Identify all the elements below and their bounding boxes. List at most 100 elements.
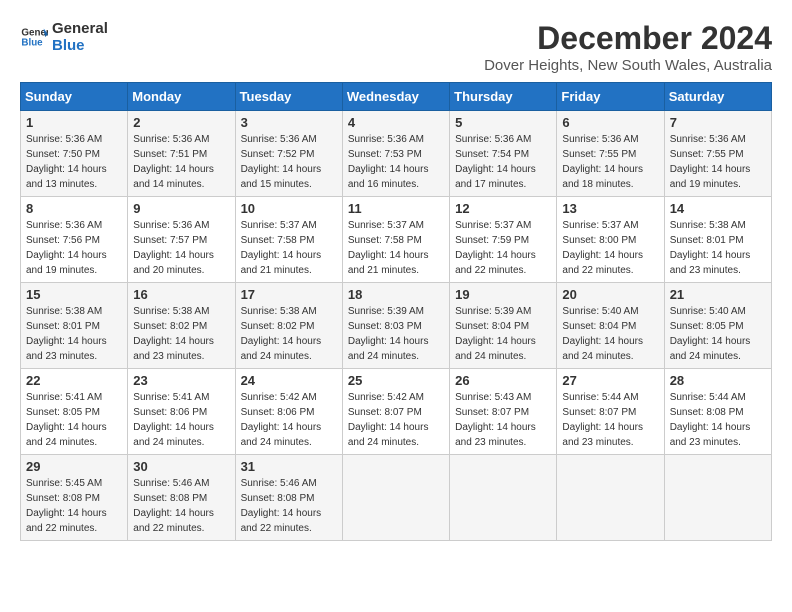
day-number: 7 xyxy=(670,115,766,130)
day-info: Sunrise: 5:43 AMSunset: 8:07 PMDaylight:… xyxy=(455,392,536,448)
calendar-cell: 7 Sunrise: 5:36 AMSunset: 7:55 PMDayligh… xyxy=(664,111,771,197)
calendar-cell: 8 Sunrise: 5:36 AMSunset: 7:56 PMDayligh… xyxy=(21,197,128,283)
day-number: 25 xyxy=(348,373,444,388)
day-info: Sunrise: 5:36 AMSunset: 7:52 PMDaylight:… xyxy=(241,134,322,190)
calendar-cell: 20 Sunrise: 5:40 AMSunset: 8:04 PMDaylig… xyxy=(557,283,664,369)
day-info: Sunrise: 5:46 AMSunset: 8:08 PMDaylight:… xyxy=(241,478,322,534)
day-number: 6 xyxy=(562,115,658,130)
day-info: Sunrise: 5:37 AMSunset: 8:00 PMDaylight:… xyxy=(562,220,643,276)
day-info: Sunrise: 5:44 AMSunset: 8:08 PMDaylight:… xyxy=(670,392,751,448)
day-number: 3 xyxy=(241,115,337,130)
day-info: Sunrise: 5:41 AMSunset: 8:05 PMDaylight:… xyxy=(26,392,107,448)
day-info: Sunrise: 5:42 AMSunset: 8:06 PMDaylight:… xyxy=(241,392,322,448)
days-header-row: SundayMondayTuesdayWednesdayThursdayFrid… xyxy=(21,83,772,111)
day-number: 18 xyxy=(348,287,444,302)
week-row-3: 15 Sunrise: 5:38 AMSunset: 8:01 PMDaylig… xyxy=(21,283,772,369)
calendar-subtitle: Dover Heights, New South Wales, Australi… xyxy=(484,57,772,74)
day-info: Sunrise: 5:36 AMSunset: 7:56 PMDaylight:… xyxy=(26,220,107,276)
calendar-cell: 9 Sunrise: 5:36 AMSunset: 7:57 PMDayligh… xyxy=(128,197,235,283)
day-info: Sunrise: 5:40 AMSunset: 8:04 PMDaylight:… xyxy=(562,306,643,362)
logo-general: General xyxy=(52,20,108,37)
calendar-cell: 27 Sunrise: 5:44 AMSunset: 8:07 PMDaylig… xyxy=(557,369,664,455)
day-info: Sunrise: 5:46 AMSunset: 8:08 PMDaylight:… xyxy=(133,478,214,534)
calendar-cell: 16 Sunrise: 5:38 AMSunset: 8:02 PMDaylig… xyxy=(128,283,235,369)
day-number: 19 xyxy=(455,287,551,302)
calendar-cell xyxy=(342,455,449,541)
day-info: Sunrise: 5:36 AMSunset: 7:51 PMDaylight:… xyxy=(133,134,214,190)
logo-blue: Blue xyxy=(52,37,108,54)
day-info: Sunrise: 5:37 AMSunset: 7:59 PMDaylight:… xyxy=(455,220,536,276)
day-number: 4 xyxy=(348,115,444,130)
calendar-cell xyxy=(450,455,557,541)
day-info: Sunrise: 5:45 AMSunset: 8:08 PMDaylight:… xyxy=(26,478,107,534)
day-info: Sunrise: 5:39 AMSunset: 8:04 PMDaylight:… xyxy=(455,306,536,362)
day-info: Sunrise: 5:36 AMSunset: 7:54 PMDaylight:… xyxy=(455,134,536,190)
day-info: Sunrise: 5:36 AMSunset: 7:55 PMDaylight:… xyxy=(670,134,751,190)
day-number: 2 xyxy=(133,115,229,130)
week-row-4: 22 Sunrise: 5:41 AMSunset: 8:05 PMDaylig… xyxy=(21,369,772,455)
day-number: 23 xyxy=(133,373,229,388)
day-number: 30 xyxy=(133,459,229,474)
calendar-cell: 18 Sunrise: 5:39 AMSunset: 8:03 PMDaylig… xyxy=(342,283,449,369)
day-number: 22 xyxy=(26,373,122,388)
day-number: 17 xyxy=(241,287,337,302)
day-header-friday: Friday xyxy=(557,83,664,111)
header: General Blue General Blue December 2024 … xyxy=(20,20,772,74)
day-header-monday: Monday xyxy=(128,83,235,111)
calendar-cell: 25 Sunrise: 5:42 AMSunset: 8:07 PMDaylig… xyxy=(342,369,449,455)
calendar-cell: 6 Sunrise: 5:36 AMSunset: 7:55 PMDayligh… xyxy=(557,111,664,197)
day-header-sunday: Sunday xyxy=(21,83,128,111)
day-number: 8 xyxy=(26,201,122,216)
day-number: 16 xyxy=(133,287,229,302)
calendar-title: December 2024 xyxy=(484,20,772,57)
day-info: Sunrise: 5:42 AMSunset: 8:07 PMDaylight:… xyxy=(348,392,429,448)
day-number: 28 xyxy=(670,373,766,388)
day-info: Sunrise: 5:38 AMSunset: 8:02 PMDaylight:… xyxy=(241,306,322,362)
day-number: 24 xyxy=(241,373,337,388)
calendar-cell xyxy=(557,455,664,541)
day-number: 20 xyxy=(562,287,658,302)
calendar-cell: 26 Sunrise: 5:43 AMSunset: 8:07 PMDaylig… xyxy=(450,369,557,455)
day-info: Sunrise: 5:36 AMSunset: 7:55 PMDaylight:… xyxy=(562,134,643,190)
day-info: Sunrise: 5:40 AMSunset: 8:05 PMDaylight:… xyxy=(670,306,751,362)
day-number: 13 xyxy=(562,201,658,216)
day-info: Sunrise: 5:38 AMSunset: 8:02 PMDaylight:… xyxy=(133,306,214,362)
day-number: 9 xyxy=(133,201,229,216)
day-number: 5 xyxy=(455,115,551,130)
calendar-cell: 29 Sunrise: 5:45 AMSunset: 8:08 PMDaylig… xyxy=(21,455,128,541)
calendar-cell: 21 Sunrise: 5:40 AMSunset: 8:05 PMDaylig… xyxy=(664,283,771,369)
calendar-cell: 15 Sunrise: 5:38 AMSunset: 8:01 PMDaylig… xyxy=(21,283,128,369)
day-info: Sunrise: 5:37 AMSunset: 7:58 PMDaylight:… xyxy=(241,220,322,276)
calendar-cell: 31 Sunrise: 5:46 AMSunset: 8:08 PMDaylig… xyxy=(235,455,342,541)
day-info: Sunrise: 5:36 AMSunset: 7:53 PMDaylight:… xyxy=(348,134,429,190)
calendar-cell: 11 Sunrise: 5:37 AMSunset: 7:58 PMDaylig… xyxy=(342,197,449,283)
svg-text:Blue: Blue xyxy=(21,37,43,48)
day-header-saturday: Saturday xyxy=(664,83,771,111)
day-info: Sunrise: 5:37 AMSunset: 7:58 PMDaylight:… xyxy=(348,220,429,276)
day-info: Sunrise: 5:44 AMSunset: 8:07 PMDaylight:… xyxy=(562,392,643,448)
logo: General Blue General Blue xyxy=(20,20,108,54)
week-row-5: 29 Sunrise: 5:45 AMSunset: 8:08 PMDaylig… xyxy=(21,455,772,541)
calendar-cell xyxy=(664,455,771,541)
calendar-cell: 3 Sunrise: 5:36 AMSunset: 7:52 PMDayligh… xyxy=(235,111,342,197)
calendar-cell: 2 Sunrise: 5:36 AMSunset: 7:51 PMDayligh… xyxy=(128,111,235,197)
title-area: December 2024 Dover Heights, New South W… xyxy=(484,20,772,74)
day-number: 29 xyxy=(26,459,122,474)
day-info: Sunrise: 5:41 AMSunset: 8:06 PMDaylight:… xyxy=(133,392,214,448)
day-info: Sunrise: 5:36 AMSunset: 7:50 PMDaylight:… xyxy=(26,134,107,190)
day-info: Sunrise: 5:36 AMSunset: 7:57 PMDaylight:… xyxy=(133,220,214,276)
day-number: 12 xyxy=(455,201,551,216)
day-info: Sunrise: 5:39 AMSunset: 8:03 PMDaylight:… xyxy=(348,306,429,362)
calendar-cell: 28 Sunrise: 5:44 AMSunset: 8:08 PMDaylig… xyxy=(664,369,771,455)
day-number: 27 xyxy=(562,373,658,388)
calendar-cell: 23 Sunrise: 5:41 AMSunset: 8:06 PMDaylig… xyxy=(128,369,235,455)
logo-icon: General Blue xyxy=(20,23,48,51)
calendar-cell: 14 Sunrise: 5:38 AMSunset: 8:01 PMDaylig… xyxy=(664,197,771,283)
day-number: 10 xyxy=(241,201,337,216)
calendar-cell: 30 Sunrise: 5:46 AMSunset: 8:08 PMDaylig… xyxy=(128,455,235,541)
day-header-thursday: Thursday xyxy=(450,83,557,111)
day-info: Sunrise: 5:38 AMSunset: 8:01 PMDaylight:… xyxy=(670,220,751,276)
day-number: 31 xyxy=(241,459,337,474)
calendar-cell: 13 Sunrise: 5:37 AMSunset: 8:00 PMDaylig… xyxy=(557,197,664,283)
day-number: 26 xyxy=(455,373,551,388)
